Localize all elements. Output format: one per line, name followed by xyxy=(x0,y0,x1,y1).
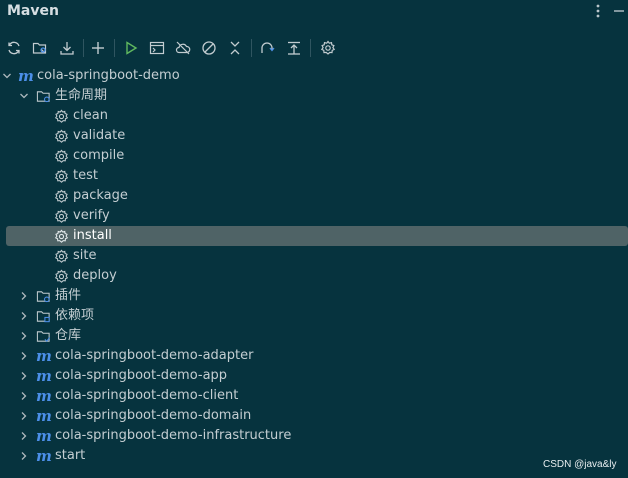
goal-clean[interactable]: clean xyxy=(0,106,628,126)
chevron-right-icon[interactable] xyxy=(19,350,29,362)
maven-project-icon: m xyxy=(18,67,34,85)
gear-icon xyxy=(53,148,69,164)
tree-item-module[interactable]: m start xyxy=(0,446,628,466)
tree-item-module[interactable]: m cola-springboot-demo-infrastructure xyxy=(0,426,628,446)
maven-module-icon: m xyxy=(36,407,52,425)
plugins-folder-icon xyxy=(35,288,51,304)
tree-item-lifecycle[interactable]: 生命周期 xyxy=(0,86,628,106)
goal-label: validate xyxy=(73,128,126,143)
minimize-icon[interactable] xyxy=(612,2,626,20)
chevron-down-icon[interactable] xyxy=(2,70,12,82)
goal-label: deploy xyxy=(73,268,117,283)
download-icon[interactable] xyxy=(57,38,77,58)
dependencies-folder-icon xyxy=(35,308,51,324)
goal-verify[interactable]: verify xyxy=(0,206,628,226)
tree-item-label: cola-springboot-demo-domain xyxy=(55,408,252,423)
tree-item-label: 插件 xyxy=(55,288,82,303)
tool-window-header: Maven xyxy=(0,0,628,30)
goal-label: test xyxy=(73,168,98,183)
dependencies-icon[interactable] xyxy=(257,38,277,58)
goal-package[interactable]: package xyxy=(0,186,628,206)
tree-item-module[interactable]: m cola-springboot-demo-client xyxy=(0,386,628,406)
gear-icon xyxy=(53,108,69,124)
repositories-folder-icon xyxy=(35,328,51,344)
gear-icon xyxy=(53,168,69,184)
tree-item-label: start xyxy=(55,448,86,463)
tree-item-label: 生命周期 xyxy=(55,88,108,103)
gear-icon xyxy=(53,128,69,144)
maven-toolbar xyxy=(0,36,628,60)
terminal-icon[interactable] xyxy=(147,38,167,58)
gear-icon xyxy=(53,248,69,264)
tree-item-label: 依赖项 xyxy=(55,308,95,323)
tree-item-label: cola-springboot-demo-app xyxy=(55,368,228,383)
tree-item-label: cola-springboot-demo xyxy=(37,68,180,83)
goal-site[interactable]: site xyxy=(0,246,628,266)
goal-label: install xyxy=(73,228,112,243)
tree-item-label: cola-springboot-demo-client xyxy=(55,388,239,403)
goal-label: compile xyxy=(73,148,125,163)
goal-label: verify xyxy=(73,208,110,223)
lifecycle-folder-icon xyxy=(35,88,51,104)
goal-compile[interactable]: compile xyxy=(0,146,628,166)
gear-icon xyxy=(53,268,69,284)
chevron-right-icon[interactable] xyxy=(19,430,29,442)
collapse-icon[interactable] xyxy=(225,38,245,58)
gear-icon xyxy=(53,188,69,204)
tree-item-dependencies[interactable]: 依赖项 xyxy=(0,306,628,326)
tree-item-label: 仓库 xyxy=(55,328,82,343)
chevron-right-icon[interactable] xyxy=(19,290,29,302)
tree-item-label: cola-springboot-demo-adapter xyxy=(55,348,254,363)
refresh-icon[interactable] xyxy=(4,38,24,58)
chevron-right-icon[interactable] xyxy=(19,370,29,382)
goal-test[interactable]: test xyxy=(0,166,628,186)
maven-module-icon: m xyxy=(36,367,52,385)
gear-icon xyxy=(53,228,69,244)
goal-deploy[interactable]: deploy xyxy=(0,266,628,286)
gear-icon xyxy=(53,208,69,224)
chevron-right-icon[interactable] xyxy=(19,310,29,322)
chevron-right-icon[interactable] xyxy=(19,410,29,422)
maven-module-icon: m xyxy=(36,387,52,405)
chevron-down-icon[interactable] xyxy=(19,90,29,102)
align-top-icon[interactable] xyxy=(284,38,304,58)
goal-validate[interactable]: validate xyxy=(0,126,628,146)
maven-module-icon: m xyxy=(36,347,52,365)
folder-generate-icon[interactable] xyxy=(30,38,50,58)
goal-label: package xyxy=(73,188,128,203)
tree-item-plugins[interactable]: 插件 xyxy=(0,286,628,306)
maven-module-icon: m xyxy=(36,447,52,465)
run-icon[interactable] xyxy=(121,38,141,58)
kebab-menu-icon[interactable] xyxy=(591,2,605,20)
tree-item-repositories[interactable]: 仓库 xyxy=(0,326,628,346)
tool-window-title: Maven xyxy=(7,3,59,19)
tree-item-module[interactable]: m cola-springboot-demo-domain xyxy=(0,406,628,426)
chevron-right-icon[interactable] xyxy=(19,390,29,402)
maven-module-icon: m xyxy=(36,427,52,445)
goal-install[interactable]: install xyxy=(6,226,628,246)
chevron-right-icon[interactable] xyxy=(19,330,29,342)
tree-item-module[interactable]: m cola-springboot-demo-adapter xyxy=(0,346,628,366)
goal-label: site xyxy=(73,248,97,263)
settings-gear-icon[interactable] xyxy=(318,38,338,58)
watermark: CSDN @java&ly xyxy=(543,459,617,470)
tree-item-root-project[interactable]: m cola-springboot-demo xyxy=(0,66,628,86)
offline-cloud-icon[interactable] xyxy=(173,38,193,58)
skip-tests-icon[interactable] xyxy=(199,38,219,58)
plus-icon[interactable] xyxy=(88,38,108,58)
goal-label: clean xyxy=(73,108,108,123)
tree-item-label: cola-springboot-demo-infrastructure xyxy=(55,428,292,443)
tree-item-module[interactable]: m cola-springboot-demo-app xyxy=(0,366,628,386)
chevron-right-icon[interactable] xyxy=(19,450,29,462)
